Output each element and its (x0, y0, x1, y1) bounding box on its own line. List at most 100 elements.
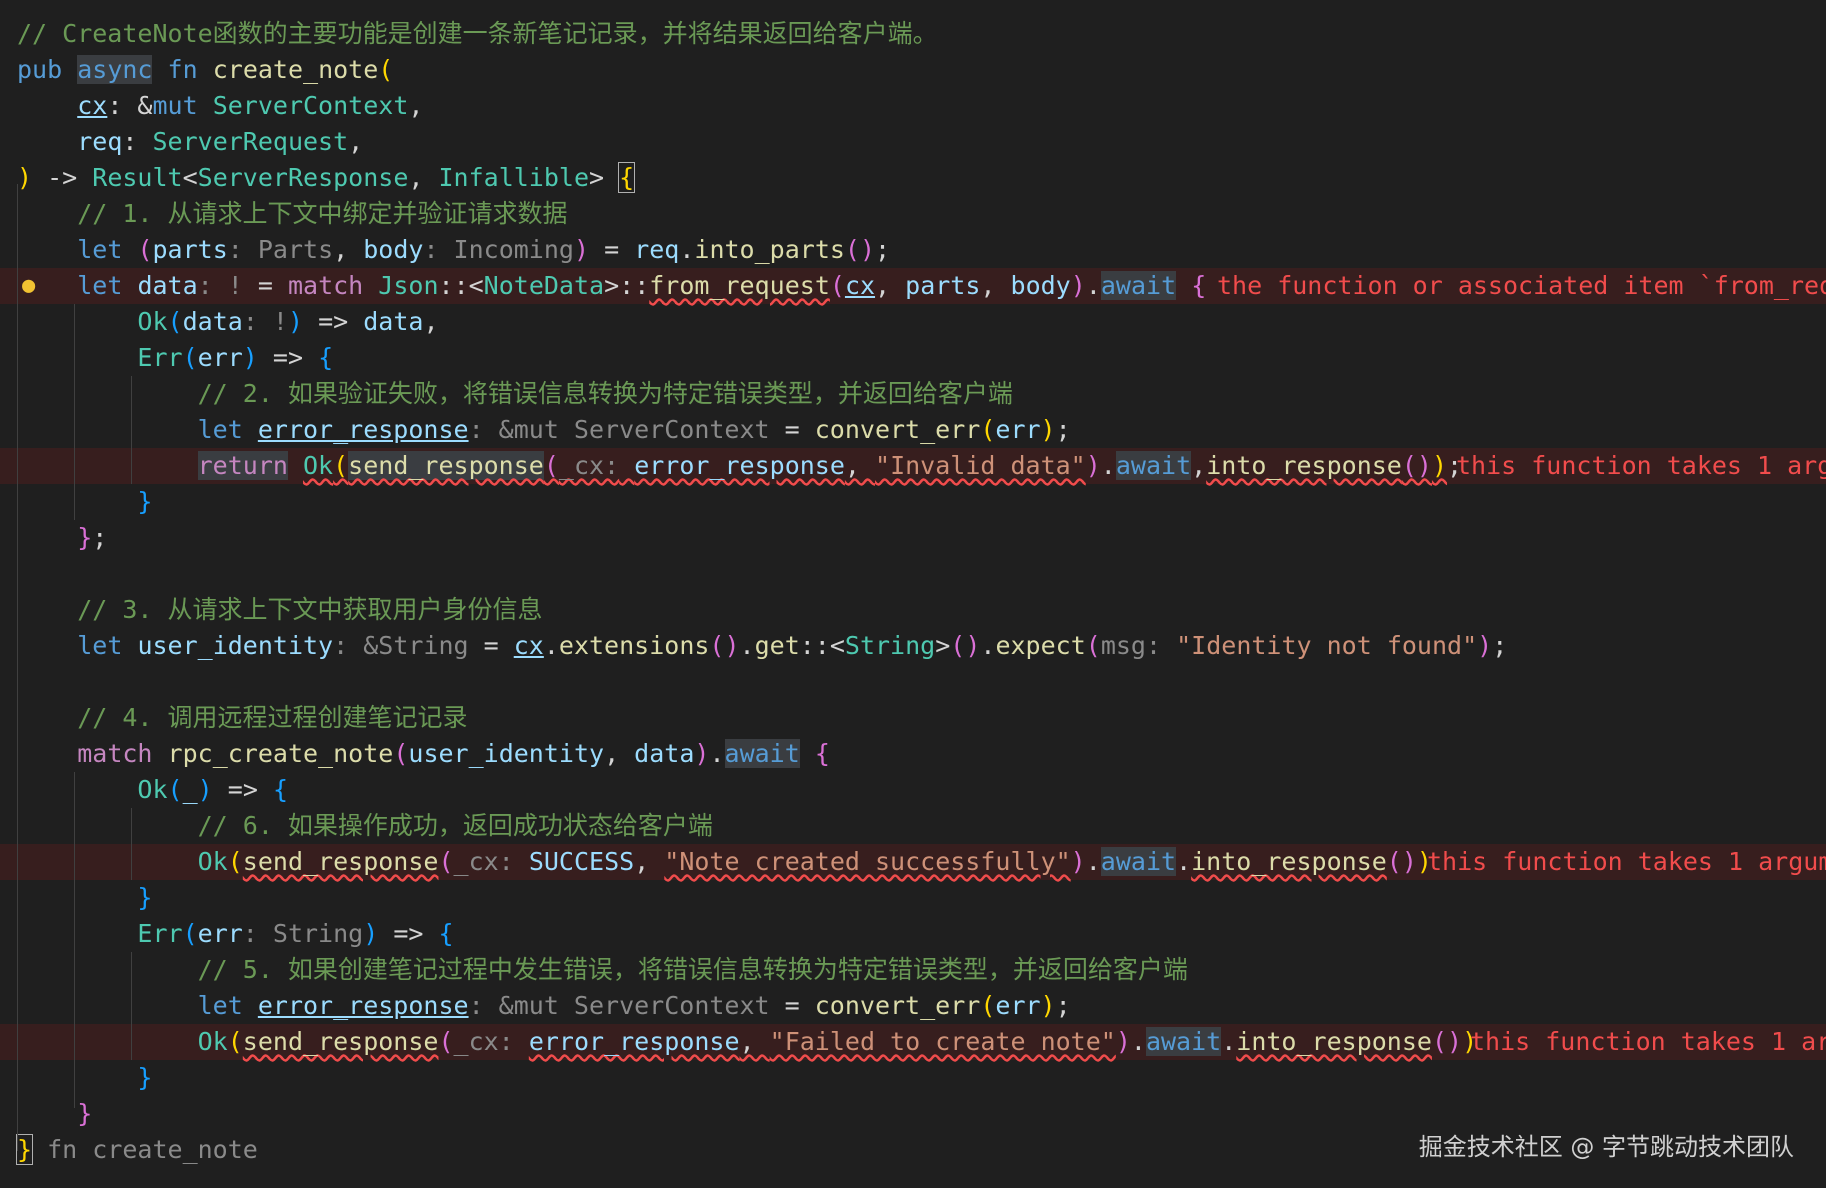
code-line[interactable]: } (0, 484, 1826, 520)
code-text[interactable]: Ok(send_response(_cx: error_response, "F… (17, 1024, 1477, 1060)
code-text[interactable]: // 3. 从请求上下文中获取用户身份信息 (17, 592, 542, 628)
code-text[interactable]: // 1. 从请求上下文中绑定并验证请求数据 (17, 196, 567, 232)
code-token: // 4. 调用远程过程创建笔记记录 (77, 703, 468, 732)
lightbulb-icon[interactable]: ● (22, 271, 35, 301)
code-line[interactable]: Err(err) => { (0, 340, 1826, 376)
code-line[interactable]: match rpc_create_note(user_identity, dat… (0, 736, 1826, 772)
code-line[interactable]: let error_response: &mut ServerContext =… (0, 988, 1826, 1024)
code-line[interactable]: Ok(send_response(_cx: SUCCESS, "Note cre… (0, 844, 1826, 880)
code-token: } (77, 523, 93, 552)
code-text[interactable]: // 5. 如果创建笔记过程中发生错误，将错误信息转换为特定错误类型，并返回给客… (17, 952, 1188, 988)
code-text[interactable]: Ok(data: !) => data, (17, 304, 438, 340)
code-token: parts (905, 271, 981, 300)
code-text[interactable]: } (17, 484, 152, 520)
code-line[interactable]: Ok(_) => { (0, 772, 1826, 808)
code-text[interactable]: Ok(_) => { (17, 772, 288, 808)
code-token: mut (152, 91, 198, 120)
code-token: => (257, 343, 319, 372)
code-line[interactable] (0, 664, 1826, 700)
code-token: Err (137, 919, 183, 948)
inline-error-message[interactable]: the function or associated item `from_re… (1217, 268, 1826, 304)
code-text[interactable]: let error_response: &mut ServerContext =… (17, 412, 1071, 448)
code-text[interactable]: Err(err) => { (17, 340, 333, 376)
code-token: ( (333, 451, 349, 480)
code-line[interactable]: }; (0, 520, 1826, 556)
code-line[interactable]: cx: &mut ServerContext, (0, 88, 1826, 124)
code-text[interactable]: Err(err: String) => { (17, 916, 453, 952)
code-line[interactable]: } (0, 880, 1826, 916)
code-text[interactable]: let user_identity: &String = cx.extensio… (17, 628, 1507, 664)
code-token: => (212, 775, 273, 804)
inline-error-message[interactable]: this function takes 1 argument but 2 arg… (1456, 448, 1826, 484)
code-token: body (363, 235, 424, 264)
code-line[interactable]: // 3. 从请求上下文中获取用户身份信息 (0, 592, 1826, 628)
code-text[interactable]: let (parts: Parts, body: Incoming) = req… (17, 232, 890, 268)
code-token: ) (17, 163, 33, 192)
code-line[interactable]: pub async fn create_note( (0, 52, 1826, 88)
code-line[interactable]: // 6. 如果操作成功，返回成功状态给客户端 (0, 808, 1826, 844)
code-text[interactable]: let data: ! = match Json::<NoteData>::fr… (17, 268, 1206, 304)
code-token: from_request (649, 271, 830, 300)
code-line[interactable]: // 1. 从请求上下文中绑定并验证请求数据 (0, 196, 1826, 232)
code-line[interactable]: Ok(data: !) => data, (0, 304, 1826, 340)
code-line[interactable]: // 2. 如果验证失败，将错误信息转换为特定错误类型，并返回给客户端 (0, 376, 1826, 412)
code-text[interactable]: req: ServerRequest, (17, 124, 363, 160)
code-token: Infallible (438, 163, 589, 192)
code-line[interactable]: // 4. 调用远程过程创建笔记记录 (0, 700, 1826, 736)
code-text[interactable]: match rpc_create_note(user_identity, dat… (17, 736, 830, 772)
code-token: data (634, 739, 695, 768)
inline-error-message[interactable]: this function takes 1 argument but 2 arg… (1427, 844, 1826, 880)
code-text[interactable]: cx: &mut ServerContext, (17, 88, 423, 124)
code-line[interactable]: Ok(send_response(_cx: error_response, "F… (0, 1024, 1826, 1060)
code-text[interactable]: // 4. 调用远程过程创建笔记记录 (17, 700, 468, 736)
code-token: data (182, 307, 243, 336)
code-text[interactable]: } (17, 880, 152, 916)
code-text[interactable]: // 2. 如果验证失败，将错误信息转换为特定错误类型，并返回给客户端 (17, 376, 1013, 412)
code-token: data (137, 271, 198, 300)
code-text[interactable]: pub async fn create_note( (17, 52, 393, 88)
code-token: , (634, 847, 665, 876)
code-text[interactable]: } (17, 1096, 92, 1132)
code-token: await (1100, 847, 1177, 876)
code-text[interactable]: } (17, 1060, 152, 1096)
code-line[interactable]: ) -> Result<ServerResponse, Infallible> … (0, 160, 1826, 196)
code-line[interactable]: let data: ! = match Json::<NoteData>::fr… (0, 268, 1826, 304)
code-text[interactable]: } fn create_note (15, 1132, 258, 1168)
code-token: . (543, 631, 559, 660)
code-token: await (1100, 271, 1177, 300)
code-token: ) (694, 739, 710, 768)
code-token: cx (844, 271, 876, 300)
code-line[interactable] (0, 556, 1826, 592)
code-text[interactable]: }; (17, 520, 107, 556)
code-token: : Parts (227, 235, 334, 264)
code-line[interactable]: // 5. 如果创建笔记过程中发生错误，将错误信息转换为特定错误类型，并返回给客… (0, 952, 1826, 988)
code-token: "Note created successfully" (664, 847, 1071, 876)
code-line[interactable]: // CreateNote函数的主要功能是创建一条新笔记记录，并将结果返回给客户… (0, 16, 1826, 52)
code-token: ; (1055, 415, 1071, 444)
code-line[interactable]: Err(err: String) => { (0, 916, 1826, 952)
code-token: { (272, 775, 288, 804)
code-line[interactable]: let (parts: Parts, body: Incoming) = req… (0, 232, 1826, 268)
code-token: body (1010, 271, 1071, 300)
code-line[interactable]: req: ServerRequest, (0, 124, 1826, 160)
code-text[interactable]: // 6. 如果操作成功，返回成功状态给客户端 (17, 808, 713, 844)
code-line[interactable]: let error_response: &mut ServerContext =… (0, 412, 1826, 448)
code-text[interactable]: return Ok(send_response(_cx: error_respo… (17, 448, 1462, 484)
code-line[interactable]: } (0, 1060, 1826, 1096)
inline-error-message[interactable]: this function takes 1 argument but 2 arg… (1470, 1024, 1826, 1060)
code-token: ( (227, 847, 243, 876)
code-text[interactable]: Ok(send_response(_cx: SUCCESS, "Note cre… (17, 844, 1432, 880)
code-text[interactable]: ) -> Result<ServerResponse, Infallible> … (17, 160, 636, 196)
code-token: ( (438, 847, 454, 876)
code-line[interactable]: return Ok(send_response(_cx: error_respo… (0, 448, 1826, 484)
code-line[interactable]: let user_identity: &String = cx.extensio… (0, 628, 1826, 664)
code-token: . (709, 739, 725, 768)
code-text[interactable]: let error_response: &mut ServerContext =… (17, 988, 1071, 1024)
code-editor[interactable]: } fn create_note } } Ok(send_response(_c… (0, 0, 1826, 1188)
code-text[interactable]: // CreateNote函数的主要功能是创建一条新笔记记录，并将结果返回给客户… (17, 16, 938, 52)
